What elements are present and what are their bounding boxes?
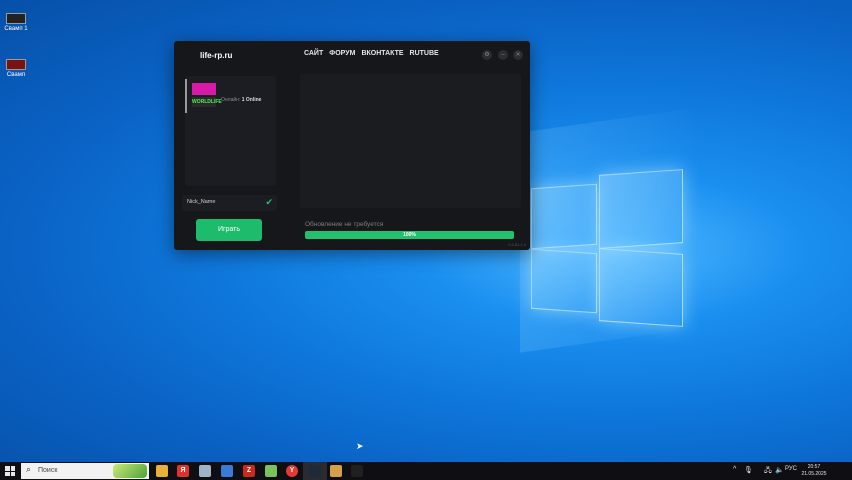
server-logo-text: WORLDLIFE [192,97,222,107]
nav-vk-link[interactable]: ВКОНТАКТЕ [361,50,403,57]
search-placeholder: Поиск [38,467,58,474]
desktop-shortcut[interactable]: Свамп [0,59,36,78]
progress-fill: 100% [305,231,514,239]
online-label: Онлайн: [221,97,241,103]
virtualbox-icon[interactable] [221,465,233,477]
yandex-browser-icon[interactable]: Y [286,465,298,477]
clock-time: 20:57 [807,464,821,470]
mouse-cursor-icon: ➤ [356,441,364,451]
nav-site-link[interactable]: САЙТ [304,50,323,57]
windows-logo-pane [599,169,683,249]
checkmark-icon: ✔ [265,197,273,207]
clock-date: 21.05.2025 [801,471,827,477]
update-status: Обновление не требуется [305,221,384,228]
file-explorer-icon[interactable] [156,465,168,477]
filezilla-icon[interactable]: Z [243,465,255,477]
shortcut-thumbnail-icon [6,59,26,70]
top-nav: САЙТ ФОРУМ ВКОНТАКТЕ RUTUBE [304,50,439,57]
photo-icon[interactable] [330,465,342,477]
nickname-value: Nick_Name [187,199,216,205]
game-launcher-window: life-rp.ru САЙТ ФОРУМ ВКОНТАКТЕ RUTUBE ⚙… [174,41,530,250]
taskbar: ⌕ Поиск ЯZY ^ 🎙 🖧 🔈 РУС 20:57 21.05.2025 [0,462,852,480]
update-progress-bar: 100% [305,231,514,239]
nickname-field[interactable]: Nick_Name ✔ [182,195,277,211]
taskbar-search[interactable]: ⌕ Поиск [21,463,149,479]
cloud-icon[interactable] [199,465,211,477]
windows-logo-pane [531,248,597,314]
yandex-icon[interactable]: Я [177,465,189,477]
server-logo: WORLDLIFE [192,83,222,108]
chevron-up-icon[interactable]: ^ [733,466,736,473]
taskbar-clock[interactable]: 20:57 21.05.2025 [795,464,833,478]
obs-icon[interactable] [351,465,363,477]
desktop-shortcut-label: Свамп [6,72,26,78]
minimize-icon[interactable]: – [498,50,508,60]
launcher-icon[interactable] [309,465,321,477]
settings-gear-icon[interactable]: ⚙ [482,50,492,60]
notepad-icon[interactable] [265,465,277,477]
version-label: 0.4.81.1.0 [508,242,526,247]
network-icon[interactable]: 🖧 [764,466,772,477]
site-title[interactable]: life-rp.ru [200,51,232,60]
server-card[interactable]: WORLDLIFE Онлайн: 1 Online [185,76,276,186]
search-highlight-image [113,464,147,478]
windows-logo-pane [599,248,683,327]
online-counter: Онлайн: 1 Online [221,97,261,103]
volume-icon[interactable]: 🔈 [775,466,784,474]
news-panel [300,74,521,208]
search-icon: ⌕ [26,464,32,474]
nav-rutube-link[interactable]: RUTUBE [410,50,439,57]
shortcut-thumbnail-icon [6,13,26,24]
play-button[interactable]: Играть [196,219,262,241]
server-selected-indicator [185,79,187,113]
desktop-shortcut[interactable]: Свамп 1 [0,13,36,32]
windows-start-icon[interactable] [5,466,15,476]
nav-forum-link[interactable]: ФОРУМ [329,50,355,57]
desktop-shortcut-label: Свамп 1 [4,26,28,32]
online-value: 1 Online [241,97,262,103]
close-icon[interactable]: ✕ [513,50,523,60]
microphone-icon[interactable]: 🎙 [744,466,753,474]
windows-logo-pane [531,183,597,250]
